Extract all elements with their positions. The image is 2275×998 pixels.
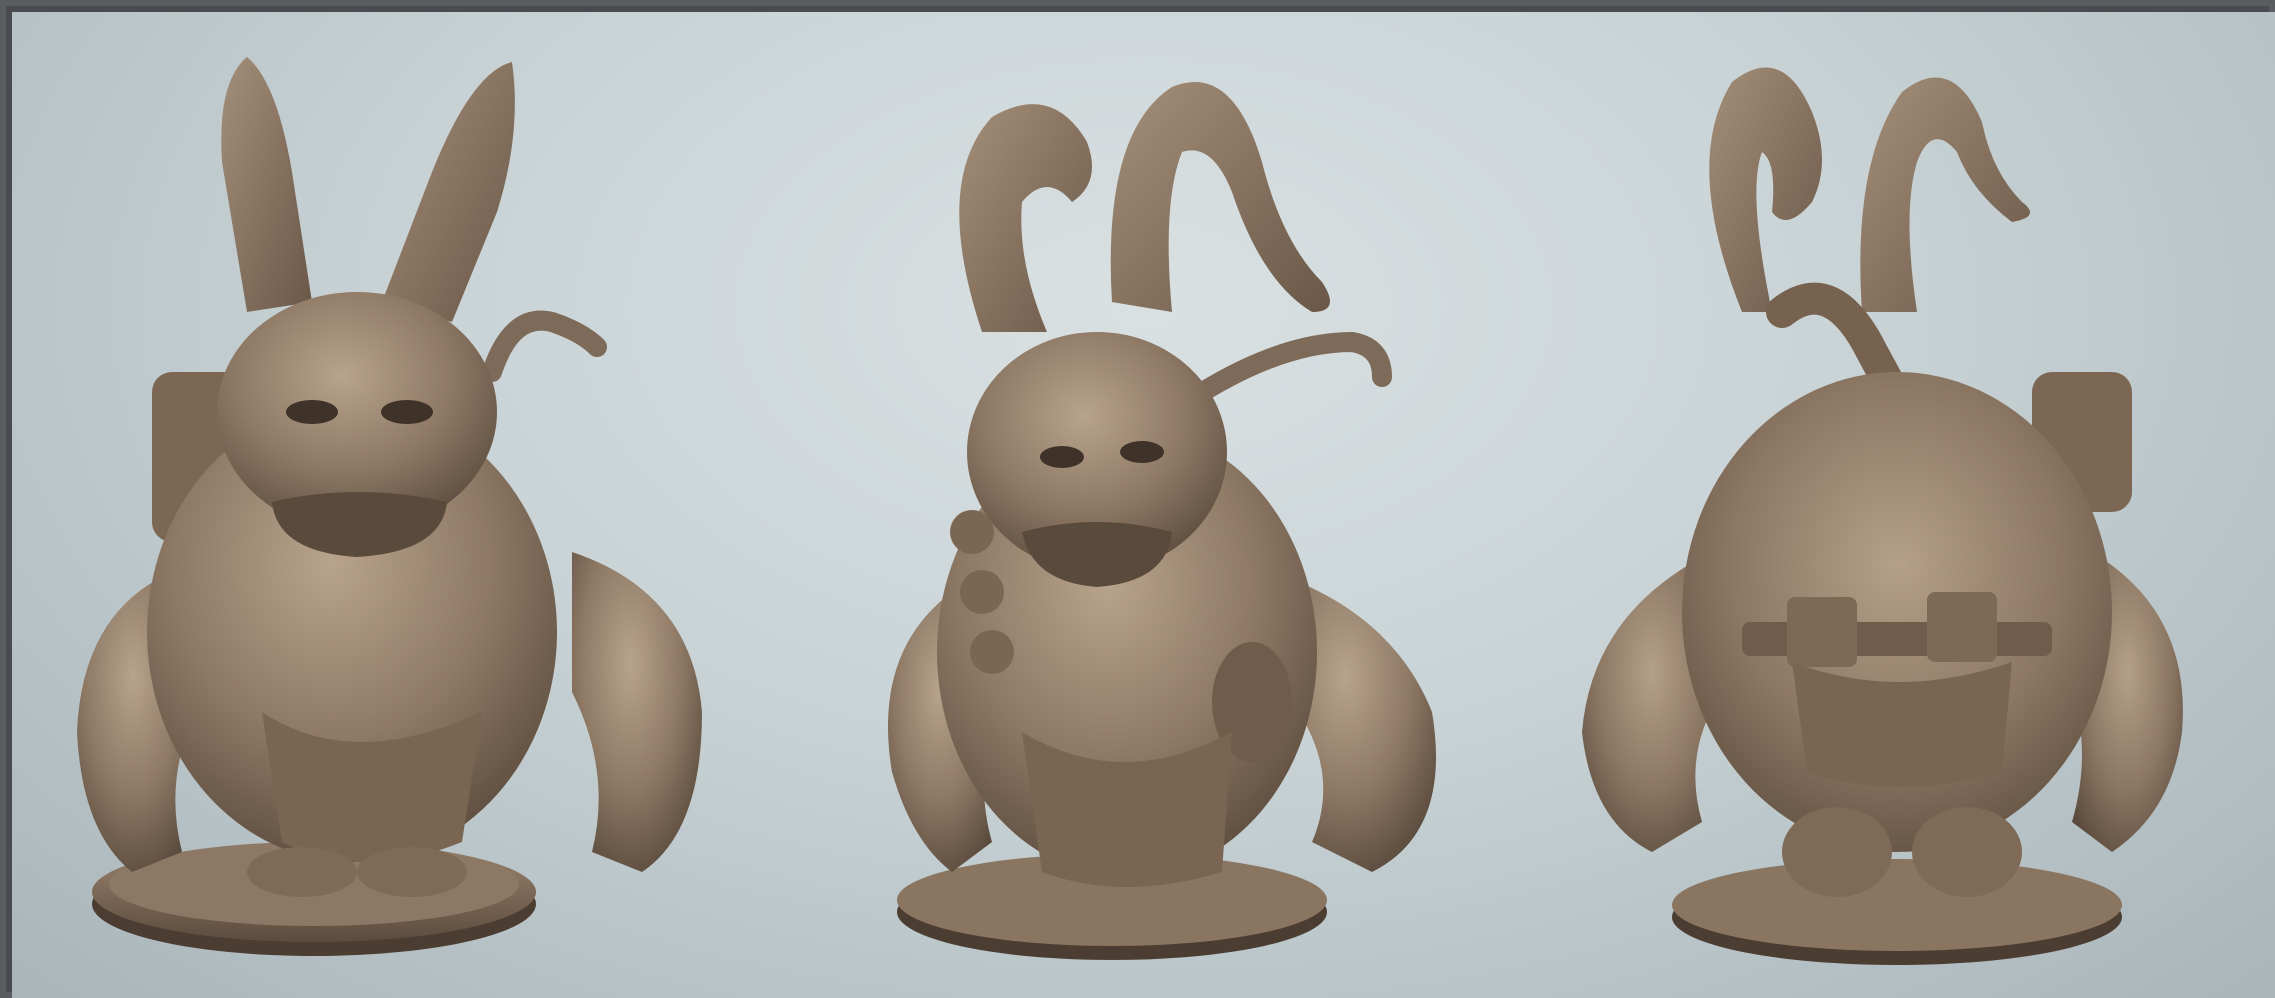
render-canvas (12, 12, 2275, 998)
right-horn (1860, 77, 2030, 312)
pedestal-base (1672, 859, 2122, 951)
left-horn (1709, 67, 1822, 312)
left-horn (221, 57, 312, 312)
creature-front-view (52, 12, 732, 998)
right-horn (1110, 82, 1330, 312)
right-horn (382, 62, 515, 322)
creature-back-view (1572, 12, 2212, 998)
left-horn (959, 104, 1092, 333)
creature-three-quarter-svg (888, 82, 1436, 960)
belt-pouch-left (1787, 597, 1857, 667)
creature-back-svg (1582, 67, 2183, 965)
pipe (482, 310, 607, 382)
creature-three-quarter-view (872, 12, 1492, 998)
belt-pouch-right (1927, 592, 1997, 662)
right-arm (572, 552, 702, 872)
image-frame (0, 0, 2275, 998)
creature-front-svg (77, 57, 702, 956)
